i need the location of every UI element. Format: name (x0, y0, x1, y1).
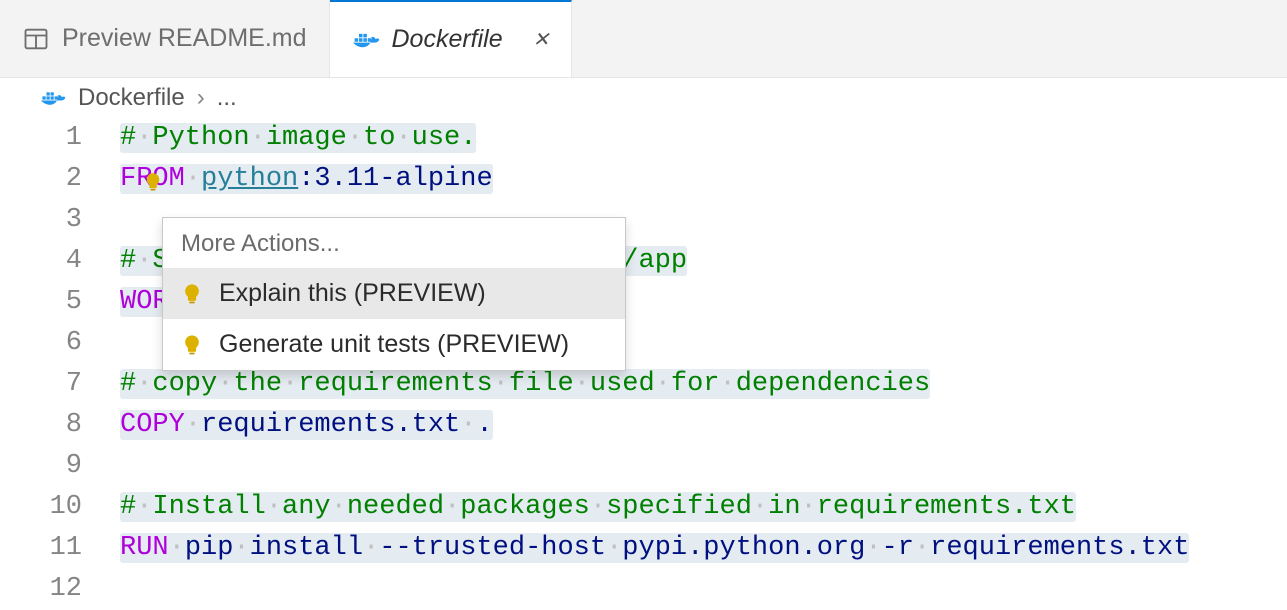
lightbulb-icon[interactable] (143, 172, 163, 197)
docker-icon (40, 88, 66, 108)
lightbulb-icon (181, 283, 203, 305)
menu-item-generate-tests[interactable]: Generate unit tests (PREVIEW) (163, 319, 625, 370)
code-content[interactable]: FROM·python:3.11-alpine (120, 159, 493, 200)
line-number: 3 (0, 200, 120, 241)
menu-item-label: Generate unit tests (PREVIEW) (219, 330, 569, 359)
line-number: 10 (0, 487, 120, 528)
code-line[interactable]: 11RUN·pip·install·--trusted-host·pypi.py… (0, 528, 1287, 569)
line-number: 8 (0, 405, 120, 446)
lightbulb-icon (181, 334, 203, 356)
menu-header: More Actions... (163, 218, 625, 268)
code-line[interactable]: 8COPY·requirements.txt·. (0, 405, 1287, 446)
code-content[interactable]: RUN·pip·install·--trusted-host·pypi.pyth… (120, 528, 1189, 569)
code-line[interactable]: 12 (0, 569, 1287, 610)
code-content[interactable]: COPY·requirements.txt·. (120, 405, 493, 446)
code-line[interactable]: 9 (0, 446, 1287, 487)
tab-label: Preview README.md (62, 24, 307, 53)
code-line[interactable]: 1#·Python·image·to·use. (0, 118, 1287, 159)
line-number: 9 (0, 446, 120, 487)
code-line[interactable]: 2FROM·python:3.11-alpine (0, 159, 1287, 200)
preview-icon (22, 25, 50, 53)
menu-item-label: Explain this (PREVIEW) (219, 279, 486, 308)
code-content[interactable]: #·Python·image·to·use. (120, 118, 476, 159)
line-number: 11 (0, 528, 120, 569)
tab-bar: Preview README.md Dockerfile ✕ (0, 0, 1287, 78)
docker-icon (352, 29, 380, 51)
code-content[interactable]: #·Install·any·needed·packages·specified·… (120, 487, 1076, 528)
line-number: 6 (0, 323, 120, 364)
breadcrumb: Dockerfile › ... (0, 78, 1287, 118)
menu-item-explain[interactable]: Explain this (PREVIEW) (163, 268, 625, 319)
breadcrumb-rest[interactable]: ... (217, 84, 237, 112)
code-action-menu: More Actions... Explain this (PREVIEW) G… (162, 217, 626, 371)
breadcrumb-file[interactable]: Dockerfile (78, 84, 185, 112)
line-number: 5 (0, 282, 120, 323)
tab-label: Dockerfile (392, 25, 503, 54)
tab-dockerfile[interactable]: Dockerfile ✕ (330, 0, 573, 77)
chevron-right-icon: › (197, 84, 205, 112)
tab-preview-readme[interactable]: Preview README.md (0, 0, 330, 77)
line-number: 2 (0, 159, 120, 200)
line-number: 12 (0, 569, 120, 610)
line-number: 4 (0, 241, 120, 282)
line-number: 1 (0, 118, 120, 159)
code-line[interactable]: 10#·Install·any·needed·packages·specifie… (0, 487, 1287, 528)
close-icon[interactable]: ✕ (533, 27, 550, 52)
line-number: 7 (0, 364, 120, 405)
